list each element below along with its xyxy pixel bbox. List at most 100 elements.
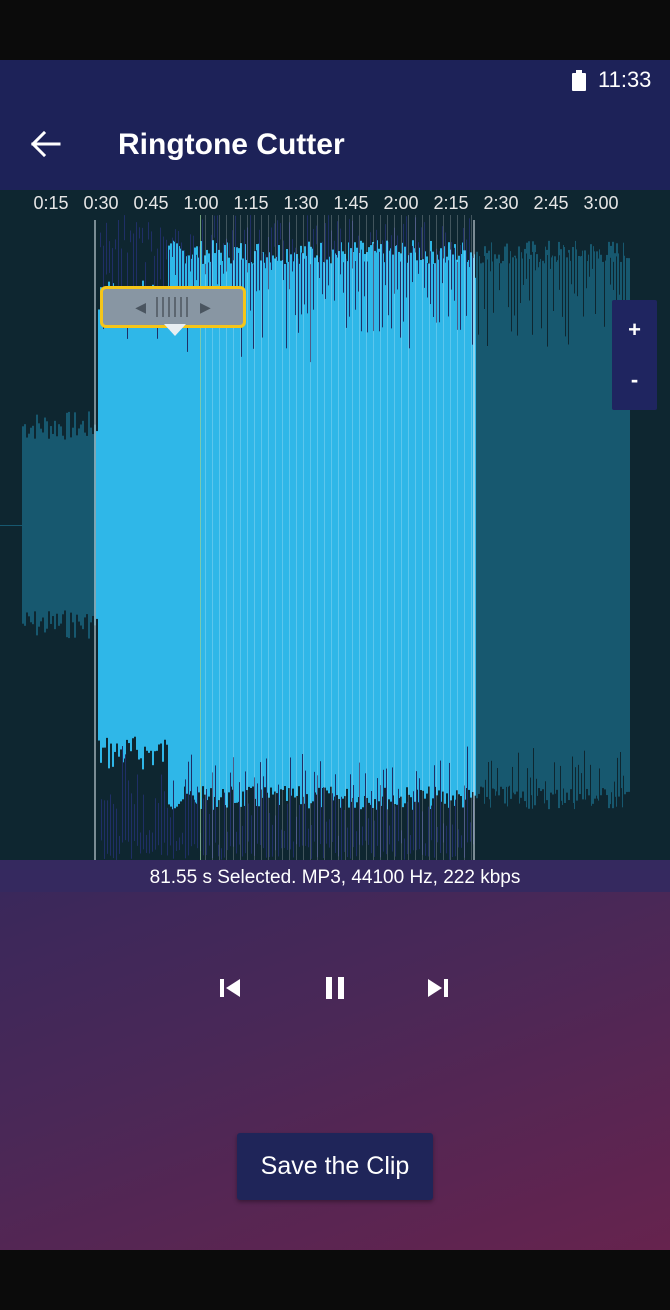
waveform-spike [343, 262, 344, 293]
waveform-column [184, 263, 186, 787]
waveform-column [488, 250, 490, 800]
waveform-spike [595, 250, 596, 314]
waveform-spike [365, 773, 366, 841]
waveform-column [100, 287, 102, 763]
waveform-column [328, 256, 330, 794]
waveform-column [108, 281, 110, 769]
waveform-spike [143, 794, 144, 850]
waveform-spike [197, 786, 198, 849]
waveform-column [556, 260, 558, 790]
waveform-column [430, 240, 432, 810]
waveform-spike [376, 229, 377, 253]
waveform-spike [560, 765, 561, 849]
waveform-spike [269, 812, 270, 858]
waveform-spike [515, 815, 516, 849]
waveform-grid-line [450, 215, 451, 860]
waveform-spike [142, 227, 143, 243]
waveform-column [340, 242, 342, 808]
waveform-column [74, 412, 76, 638]
waveform-spike [626, 797, 627, 850]
system-top-bar [0, 0, 670, 60]
waveform-spike [547, 255, 548, 347]
waveform-column [382, 253, 384, 797]
waveform-spike [391, 235, 392, 329]
waveform-grid-line [380, 215, 381, 860]
waveform-grid-line [359, 215, 360, 860]
waveform-spike [502, 226, 503, 243]
pause-button[interactable] [313, 966, 357, 1010]
waveform-column [598, 249, 600, 801]
waveform-column [52, 433, 54, 617]
waveform-spike [605, 837, 606, 857]
waveform-column [504, 246, 506, 804]
selection-start-handle[interactable]: ◀ ▶ [100, 286, 246, 328]
waveform-column [370, 245, 372, 805]
waveform-spike [194, 799, 195, 845]
waveform-spike [298, 258, 299, 333]
waveform-column [398, 251, 400, 799]
waveform-column [236, 247, 238, 803]
waveform-spike [115, 239, 116, 250]
waveform-spike [421, 227, 422, 259]
waveform-spike [487, 259, 488, 346]
waveform-column [118, 293, 120, 757]
waveform-column [60, 426, 62, 624]
waveform-grid-line [408, 215, 409, 860]
waveform-spike [214, 215, 215, 238]
waveform-column [376, 240, 378, 810]
waveform-column [562, 245, 564, 805]
waveform-column [604, 260, 606, 790]
waveform-spike [551, 839, 552, 859]
waveform-column [166, 305, 168, 745]
waveform-column [158, 305, 160, 745]
waveform-column [106, 312, 108, 738]
waveform-column [502, 260, 504, 790]
waveform-spike [593, 818, 594, 844]
waveform-spike [592, 215, 593, 269]
waveform-timeline[interactable]: 0:15 0:30 0:45 1:00 1:15 1:30 1:45 2:00 2:15 2:30… [0, 190, 670, 860]
waveform-spike [325, 223, 326, 299]
waveform-column [122, 287, 124, 763]
waveform-spike [481, 215, 482, 258]
waveform-spike [122, 746, 123, 843]
waveform-column [578, 255, 580, 795]
skip-previous-button[interactable] [208, 966, 252, 1010]
waveform-column [242, 258, 244, 792]
waveform-column [188, 255, 190, 795]
waveform-column [582, 250, 584, 800]
waveform-spike [278, 784, 279, 857]
waveform-column [482, 262, 484, 788]
waveform-column [592, 246, 594, 804]
waveform-column [56, 436, 58, 614]
waveform-column [26, 437, 28, 613]
waveform-column [244, 244, 246, 806]
waveform-column [572, 246, 574, 804]
back-button[interactable] [26, 124, 66, 164]
waveform-column [300, 245, 302, 805]
waveform-spike [281, 829, 282, 849]
zoom-out-button[interactable]: - [612, 356, 657, 404]
waveform-spike [494, 789, 495, 859]
waveform-column [384, 262, 386, 788]
waveform-spike [311, 825, 312, 859]
save-clip-button[interactable]: Save the Clip [237, 1133, 433, 1200]
waveform-spike [418, 242, 419, 274]
waveform-column [312, 248, 314, 802]
waveform-spike [385, 224, 386, 286]
waveform-spike [206, 789, 207, 856]
waveform-spike [517, 236, 518, 336]
zoom-in-button[interactable]: + [612, 306, 657, 354]
waveform-column [270, 262, 272, 788]
waveform-spike [119, 835, 120, 854]
waveform-spike [586, 241, 587, 289]
waveform-column [264, 262, 266, 788]
waveform-spike [406, 216, 407, 298]
waveform-spike [526, 253, 527, 279]
waveform-spike [382, 240, 383, 328]
waveform-spike [410, 835, 411, 854]
chevron-left-icon: ◀ [135, 298, 146, 315]
skip-next-button[interactable] [416, 966, 460, 1010]
waveform-spike [242, 825, 243, 857]
waveform-spike [523, 252, 524, 285]
waveform-spike [448, 260, 449, 317]
